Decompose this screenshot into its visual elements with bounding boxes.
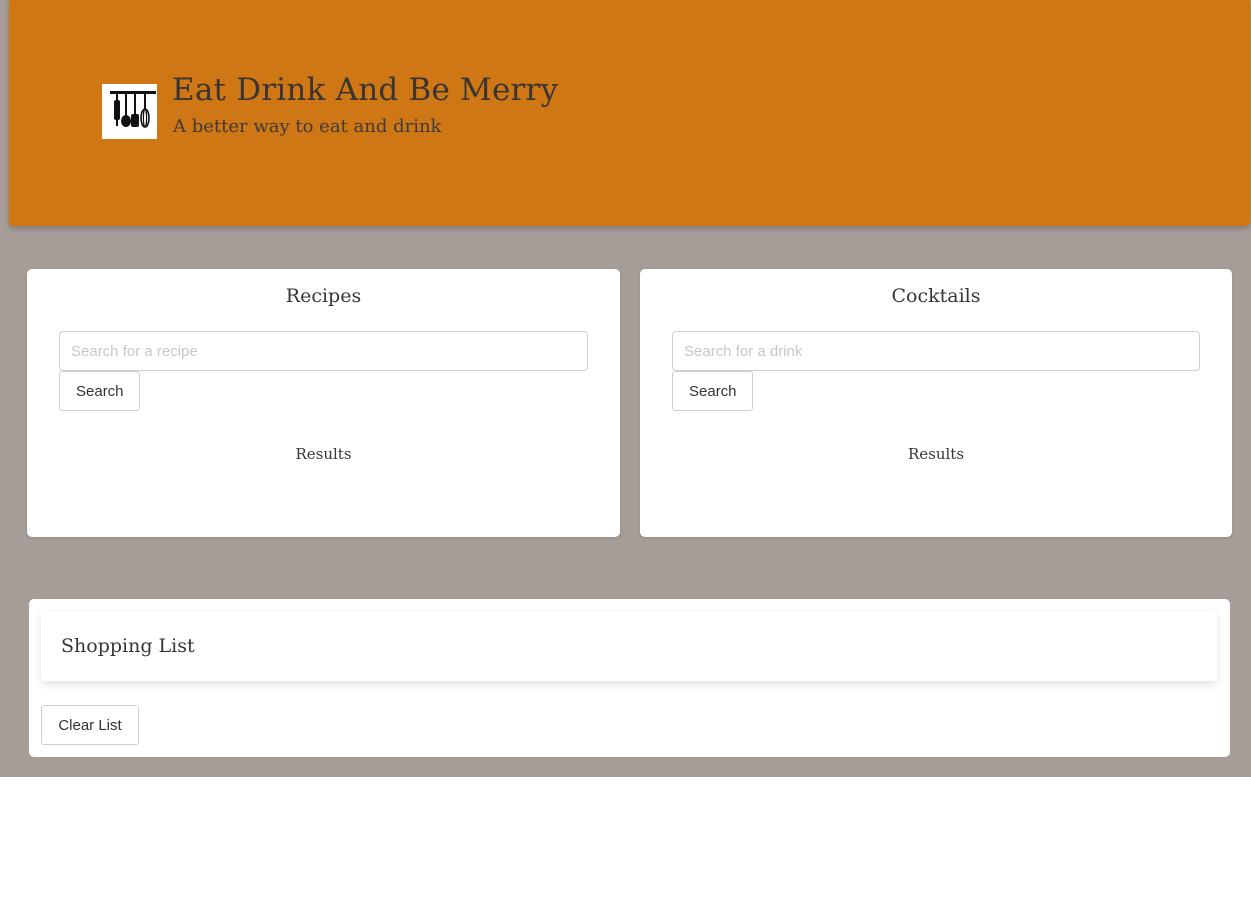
site-title: Eat Drink And Be Merry [172,72,559,108]
recipes-card: Recipes Search Results [27,269,620,537]
drink-search-input[interactable] [672,331,1200,371]
site-header: Eat Drink And Be Merry A better way to e… [9,0,1250,226]
recipe-results-label: Results [295,445,352,463]
clear-list-button[interactable]: Clear List [41,705,139,745]
recipes-title: Recipes [285,285,362,307]
shopping-list-title: Shopping List [61,635,195,657]
recipe-search-button[interactable]: Search [59,371,140,411]
cocktails-card: Cocktails Search Results [640,269,1232,537]
site-subtitle: A better way to eat and drink [173,116,442,137]
kitchen-utensils-icon [102,84,157,139]
drink-search-button[interactable]: Search [672,371,753,411]
recipe-search-input[interactable] [59,331,588,371]
shopping-list-header: Shopping List [41,611,1217,681]
cocktails-title: Cocktails [891,285,981,307]
drink-results-label: Results [907,445,965,463]
shopping-list-card: Shopping List Clear List [29,599,1230,757]
